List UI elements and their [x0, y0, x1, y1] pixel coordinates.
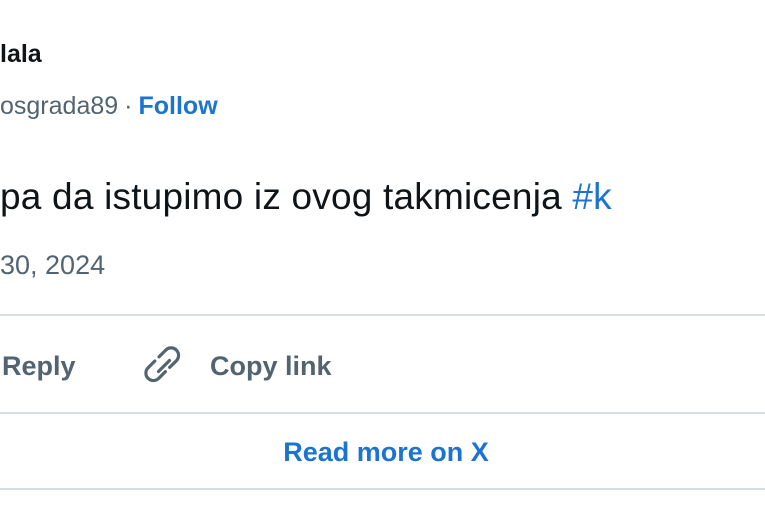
- author-handle[interactable]: osgrada89: [0, 92, 118, 120]
- tweet-body: pa da istupimo iz ovog takmicenja: [0, 176, 573, 217]
- read-more-on-x-link[interactable]: Read more on X: [0, 426, 765, 478]
- divider: [0, 488, 765, 490]
- copy-link-label: Copy link: [210, 350, 332, 381]
- tweet-date[interactable]: 30, 2024: [0, 250, 105, 281]
- link-icon: [142, 344, 186, 388]
- tweet-text: pa da istupimo iz ovog takmicenja #k: [0, 176, 612, 218]
- follow-button[interactable]: Follow: [138, 92, 217, 120]
- author-handle-row: osgrada89 · Follow: [0, 92, 218, 121]
- tweet-embed-card: lala osgrada89 · Follow pa da istupimo iz …: [0, 0, 765, 510]
- reply-button[interactable]: Reply: [2, 340, 76, 392]
- reply-label: Reply: [2, 350, 76, 381]
- divider: [0, 412, 765, 414]
- handle-separator: ·: [124, 92, 133, 120]
- tweet-actions: Reply Copy link: [0, 340, 765, 392]
- tweet-hashtag[interactable]: #k: [572, 176, 611, 217]
- divider: [0, 314, 765, 316]
- copy-link-button[interactable]: Copy link: [142, 340, 332, 392]
- author-display-name[interactable]: lala: [0, 40, 42, 69]
